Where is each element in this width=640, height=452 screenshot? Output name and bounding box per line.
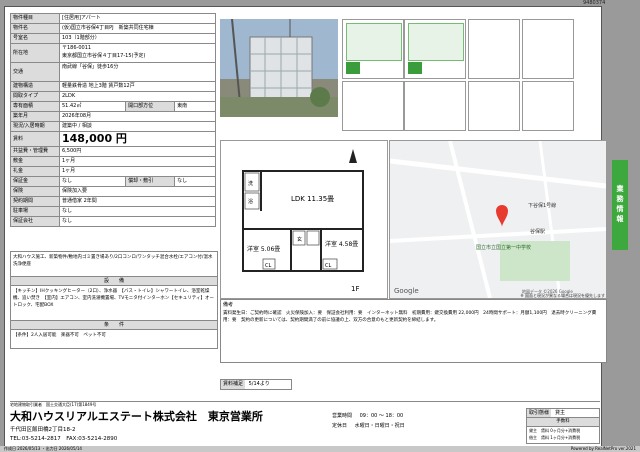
features-text: 大和ハウス施工、新築物件/敷地内ゴミ置き場あり/2口コンロ/ワンタッチ混合水栓/… [11,252,217,277]
company-address: 千代田区飯田橋2丁目18-2 [10,427,76,433]
room-ldk: LDK 11.35畳 [291,195,334,203]
room-bath: 浴 [248,198,253,205]
thumbnail-4[interactable] [522,19,574,79]
hours-label: 営業時間 [332,413,353,419]
thumbnail-3[interactable] [468,19,520,79]
map-label-road: 下谷保1号線 [528,202,556,209]
conditions-title: 条 件 [11,321,217,330]
rent-note-box: 賃料補足 5/14より [220,379,292,390]
fee-row-tenant: 借主 賃料 1ヶ月分+消費税 [529,435,581,440]
rent-note-label: 賃料補足 [221,380,246,389]
room-western-2: 洋室 4.58畳 [325,240,358,248]
thumbnail-2[interactable] [404,19,466,79]
room-entrance: 玄 [297,236,302,243]
property-table: 物件種目 [住居用]アパート 物件名 (仮)国立市谷保4丁目PJ 新築共同住宅棟 号… [10,13,216,227]
thumbnail-7[interactable] [468,81,520,131]
remarks-title: 備考 [223,302,234,308]
trade-label: 取引態様 [527,409,552,417]
equipment-title: 設 備 [11,277,217,286]
room-western-1: 洋室 5.06畳 [247,245,280,253]
rent-value: 148,000 円 [59,131,216,147]
remarks-box: 備考 賃料発生日：ご契約時に確認 火災保険加入：要 保証会社利用：要 インターネ… [220,299,607,363]
holiday-value: 水曜日・日曜日・祝日 [354,423,405,429]
floor-plan: LDK 11.35畳 洋室 5.06畳 洋室 4.58畳 洗 浴 CL CL 1… [220,140,388,299]
footer: 宅地建物取引業者 国土交通大臣(17)第1849号 大和ハウスリアルエステート株… [10,401,600,448]
conditions-text: 【条件】2人入居可能 楽器不可 ペット不可 [13,333,106,338]
hours-value: 09：00 〜 18：00 [359,413,404,419]
thumbnail-5[interactable] [342,81,404,131]
bottom-right-text: Powered by RealNetPro ver.2021 [570,446,636,451]
flyer-sheet: 物件種目 [住居用]アパート 物件名 (仮)国立市谷保4丁目PJ 新築共同住宅棟 号… [4,6,607,448]
trade-value: 貸主 [555,410,566,416]
company-phone: TEL:03-5214-2817 FAX:03-5214-2890 [10,436,118,442]
fee-title: 手数料 [527,418,599,427]
bottom-left-text: 作成日 2026/05/13 ・出力日 2026/05/14 [4,446,82,451]
remarks-text: 賃料発生日：ご契約時に確認 火災保険加入：要 保証会社利用：要 インターネット無… [223,311,597,323]
fee-row-landlord: 貸主 賃料 0ヶ月分+消費税 [529,428,581,433]
thumbnail-8[interactable] [522,81,574,131]
address-value: 〒186-0011 東京都国立市谷保４丁目17-15(予定) [59,43,216,63]
north-arrow-icon [349,149,357,163]
holiday-label: 定休日 [332,423,348,429]
bottom-bar: 作成日 2026/05/13 ・出力日 2026/05/14 Powered b… [0,446,640,452]
equipment-text: 【キッチン】IHクッキングヒーター（2口）、浄水器 【バス・トイレ】シャワートイ… [11,286,217,321]
thumbnail-1[interactable] [342,19,404,79]
room-cl-1: CL [265,263,271,269]
document-number: 9480374 [583,0,606,6]
rent-note-value: 5/14より [248,381,270,387]
room-cl-2: CL [325,263,331,269]
floor-label: 1F [351,285,359,293]
trade-box: 取引態様 貸主 手数料 貸主 賃料 0ヶ月分+消費税 借主 賃料 1ヶ月分+消費… [526,408,600,444]
features-box: 大和ハウス施工、新築物件/敷地内ゴミ置き場あり/2口コンロ/ワンタッチ混合水栓/… [10,251,218,349]
thumbnail-6[interactable] [404,81,466,131]
map-label-station: 谷保駅 [530,228,545,235]
map-label-school: 国立市立国立第一中学校 [476,244,531,251]
room-wash: 洗 [248,180,253,187]
location-map[interactable]: 下谷保1号線 谷保駅 国立市立国立第一中学校 Google 地図データ ©202… [389,140,607,299]
business-info-tab[interactable]: 業務情報 [612,160,628,250]
company-name: 大和ハウスリアルエステート株式会社 東京営業所 [10,410,263,423]
building-photo [220,19,338,117]
